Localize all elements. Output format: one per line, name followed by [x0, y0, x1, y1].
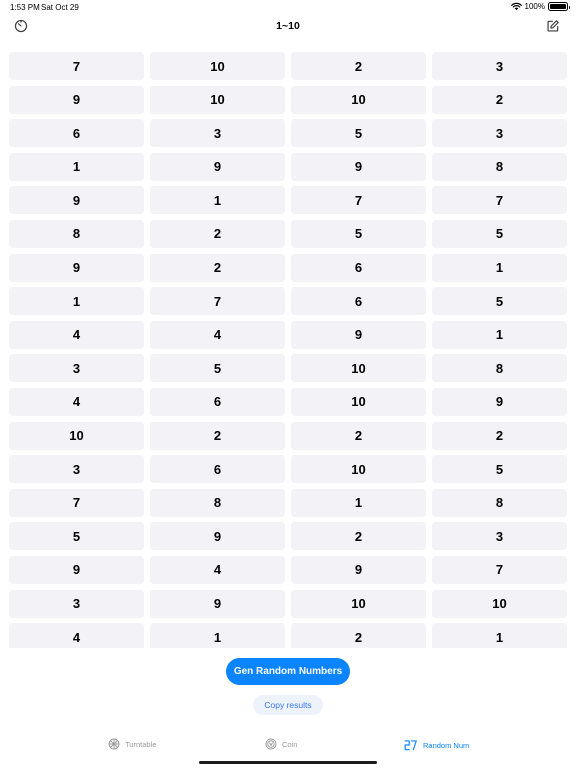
navigation-bar: 1~10 [0, 14, 576, 40]
result-cell: 7 [9, 488, 144, 517]
result-cell: 10 [150, 85, 285, 114]
results-grid: 7 10 2 3 9 10 10 2 6 3 5 3 1 9 9 8 9 1 7 7 8 2 5 5 9 2 6 1 1 7 6 5 4 4 9 1 3… [0, 52, 576, 648]
result-cell: 4 [150, 320, 285, 349]
result-cell: 10 [9, 421, 144, 450]
wifi-icon [510, 2, 522, 11]
result-cell: 8 [9, 219, 144, 248]
result-cell: 7 [432, 555, 567, 584]
result-cell: 7 [150, 287, 285, 316]
result-cell: 6 [291, 287, 426, 316]
battery-icon [548, 2, 570, 11]
result-cell: 7 [432, 186, 567, 215]
result-cell: 8 [150, 488, 285, 517]
result-cell: 5 [432, 219, 567, 248]
edit-button[interactable] [545, 18, 561, 34]
result-cell: 6 [150, 455, 285, 484]
result-cell: 9 [9, 186, 144, 215]
result-cell: 1 [9, 287, 144, 316]
status-indicators: 100% [510, 2, 570, 11]
result-cell: 10 [150, 52, 285, 80]
result-cell: 3 [150, 119, 285, 148]
home-indicator [199, 761, 377, 764]
result-cell: 9 [150, 522, 285, 551]
tab-turntable-label: Turntable [125, 739, 157, 749]
generate-random-numbers-button[interactable]: Gen Random Numbers [226, 658, 350, 685]
result-cell: 3 [432, 119, 567, 148]
result-cell: 3 [432, 52, 567, 80]
result-cell: 4 [9, 320, 144, 349]
coin-icon [265, 738, 277, 750]
result-cell: 6 [150, 387, 285, 416]
result-cell: 2 [150, 253, 285, 282]
result-cell: 5 [150, 354, 285, 383]
result-cell: 1 [150, 186, 285, 215]
result-cell: 9 [150, 589, 285, 618]
result-cell: 1 [150, 623, 285, 648]
battery-percent: 100% [524, 2, 545, 11]
copy-results-button[interactable]: Copy results [253, 695, 323, 715]
status-time: 1:53 PM [10, 3, 40, 12]
result-cell: 3 [9, 589, 144, 618]
result-cell: 1 [432, 253, 567, 282]
result-cell: 6 [291, 253, 426, 282]
tab-random-num[interactable]: Random Num [404, 738, 469, 752]
result-cell: 8 [432, 488, 567, 517]
result-cell: 1 [291, 488, 426, 517]
result-cell: 5 [432, 455, 567, 484]
status-bar: 1:53 PM Sat Oct 29 100% [0, 0, 576, 14]
result-cell: 9 [291, 555, 426, 584]
result-cell: 10 [291, 589, 426, 618]
tab-turntable[interactable]: Turntable [108, 738, 156, 750]
result-cell: 9 [150, 152, 285, 181]
result-cell: 3 [9, 354, 144, 383]
result-cell: 6 [9, 119, 144, 148]
tab-coin[interactable]: Coin [265, 738, 297, 750]
tab-bar: Turntable Coin Random Num [0, 734, 576, 758]
result-cell: 3 [9, 455, 144, 484]
result-cell: 5 [291, 119, 426, 148]
edit-icon [547, 20, 559, 32]
result-cell: 10 [291, 354, 426, 383]
result-cell: 5 [291, 219, 426, 248]
result-cell: 8 [432, 152, 567, 181]
result-cell: 9 [432, 387, 567, 416]
result-cell: 4 [150, 555, 285, 584]
result-cell: 9 [291, 320, 426, 349]
result-cell: 2 [291, 623, 426, 648]
result-cell: 7 [291, 186, 426, 215]
result-cell: 2 [291, 421, 426, 450]
tab-random-num-label: Random Num [423, 740, 470, 750]
result-cell: 9 [9, 555, 144, 584]
result-cell: 4 [9, 623, 144, 648]
result-cell: 8 [432, 354, 567, 383]
results-scroll-view[interactable]: 7 10 2 3 9 10 10 2 6 3 5 3 1 9 9 8 9 1 7 7 8 2 5 5 9 2 6 1 1 7 6 5 4 4 9 1 3… [0, 52, 576, 648]
status-date: Sat Oct 29 [41, 3, 79, 12]
result-cell: 10 [291, 387, 426, 416]
result-cell: 10 [432, 589, 567, 618]
result-cell: 2 [150, 421, 285, 450]
result-cell: 9 [291, 152, 426, 181]
result-cell: 1 [9, 152, 144, 181]
random-number-icon [404, 740, 417, 751]
tab-coin-label: Coin [282, 739, 298, 749]
result-cell: 1 [432, 320, 567, 349]
result-cell: 1 [432, 623, 567, 648]
result-cell: 3 [432, 522, 567, 551]
result-cell: 9 [9, 253, 144, 282]
result-cell: 10 [291, 455, 426, 484]
result-cell: 5 [9, 522, 144, 551]
result-cell: 10 [291, 85, 426, 114]
page-title: 1~10 [276, 20, 300, 32]
result-cell: 2 [432, 85, 567, 114]
result-cell: 2 [291, 522, 426, 551]
result-cell: 2 [150, 219, 285, 248]
result-cell: 4 [9, 387, 144, 416]
result-cell: 7 [9, 52, 144, 80]
turntable-icon [108, 738, 120, 750]
result-cell: 5 [432, 287, 567, 316]
result-cell: 9 [9, 85, 144, 114]
result-cell: 2 [291, 52, 426, 80]
result-cell: 2 [432, 421, 567, 450]
